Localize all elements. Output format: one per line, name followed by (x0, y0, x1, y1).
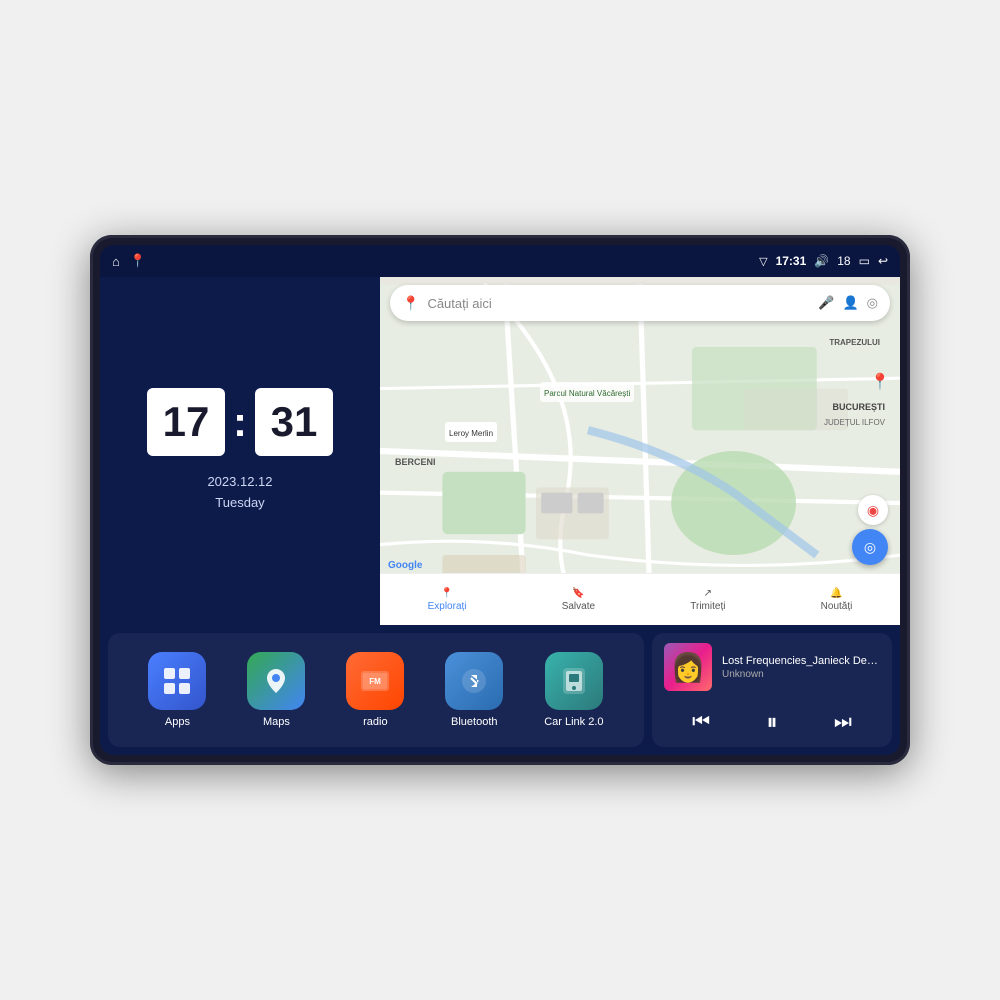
maps-label: Maps (263, 716, 290, 728)
map-nav-news[interactable]: 🔔 Noutăți (821, 588, 853, 612)
clock-widget: 17 : 31 2023.12.12 Tuesday (100, 277, 380, 625)
my-location-button[interactable]: ◎ (852, 529, 888, 565)
account-icon[interactable]: 👤 (842, 295, 858, 311)
berceni-label: BERCENI (395, 452, 436, 470)
maps-icon (247, 652, 305, 710)
map-nav-saved[interactable]: 🔖 Salvate (562, 588, 595, 612)
clock-display: 17 : 31 (147, 388, 333, 456)
map-icon[interactable]: 📍 (130, 253, 146, 269)
compass-button[interactable]: ◉ (858, 495, 888, 525)
prev-button[interactable]: ⏮ (692, 711, 710, 734)
map-logo-icon: 📍 (402, 295, 419, 312)
music-controls: ⏮ ⏸ ⏭ (652, 701, 892, 747)
battery-icon: ▭ (859, 254, 870, 268)
svg-text:FM: FM (370, 677, 382, 686)
date-display: 2023.12.12 Tuesday (207, 472, 272, 514)
map-nav-explore[interactable]: 📍 Explorați (428, 588, 467, 612)
layers-icon[interactable]: ◎ (867, 295, 878, 311)
radio-label: radio (363, 716, 387, 728)
main-content: 17 : 31 2023.12.12 Tuesday (100, 277, 900, 755)
app-item-radio[interactable]: FM radio (346, 652, 404, 728)
ilfov-label: JUDEȚUL ILFOV (824, 412, 885, 430)
day-value: Tuesday (207, 493, 272, 514)
app-item-apps[interactable]: Apps (148, 652, 206, 728)
carlink-icon (545, 652, 603, 710)
music-artist: Unknown (722, 669, 880, 680)
status-bar: ⌂ 📍 ▽ 17:31 🔊 18 ▭ ↩ (100, 245, 900, 277)
device: ⌂ 📍 ▽ 17:31 🔊 18 ▭ ↩ 17 : (90, 235, 910, 765)
apps-label: Apps (165, 716, 190, 728)
clock-hours: 17 (147, 388, 225, 456)
play-pause-button[interactable]: ⏸ (766, 709, 777, 735)
bluetooth-icon (445, 652, 503, 710)
bottom-section: Apps Maps (100, 625, 900, 755)
time-display: 17:31 (776, 254, 807, 268)
share-icon: ↗ (704, 588, 712, 599)
map-nav-share[interactable]: ↗ Trimiteți (690, 588, 725, 612)
map-search-bar[interactable]: 📍 Căutați aici 🎤 👤 ◎ (390, 285, 890, 321)
map-nav-bar: 📍 Explorați 🔖 Salvate ↗ Trimiteți 🔔 (380, 573, 900, 625)
signal-icon: ▽ (759, 255, 767, 268)
mic-icon[interactable]: 🎤 (818, 295, 834, 311)
music-title: Lost Frequencies_Janieck Devy-... (722, 655, 880, 667)
date-value: 2023.12.12 (207, 472, 272, 493)
home-icon[interactable]: ⌂ (112, 254, 120, 269)
music-thumbnail-image: 👩 (671, 651, 706, 684)
battery-level: 18 (837, 254, 850, 268)
clock-colon: : (233, 401, 247, 443)
apps-icon (148, 652, 206, 710)
screen: ⌂ 📍 ▽ 17:31 🔊 18 ▭ ↩ 17 : (100, 245, 900, 755)
music-details: Lost Frequencies_Janieck Devy-... Unknow… (722, 655, 880, 680)
leroy-label: Leroy Merlin (445, 422, 497, 442)
app-item-maps[interactable]: Maps (247, 652, 305, 728)
next-button[interactable]: ⏭ (834, 711, 852, 734)
app-grid: Apps Maps (108, 633, 644, 747)
back-button[interactable]: ↩ (878, 254, 888, 268)
clock-minutes: 31 (255, 388, 333, 456)
saved-icon: 🔖 (572, 588, 584, 599)
news-icon: 🔔 (830, 588, 842, 599)
google-logo: Google (388, 560, 422, 571)
music-info: 👩 Lost Frequencies_Janieck Devy-... Unkn… (652, 633, 892, 701)
carlink-label: Car Link 2.0 (544, 716, 603, 728)
map-search-actions: 🎤 👤 ◎ (818, 295, 878, 311)
app-item-bluetooth[interactable]: Bluetooth (445, 652, 503, 728)
status-left: ⌂ 📍 (112, 253, 146, 269)
volume-icon: 🔊 (814, 254, 829, 268)
trapezului-label: TRAPEZULUI (829, 332, 880, 350)
app-item-carlink[interactable]: Car Link 2.0 (544, 652, 603, 728)
map-location-pin: 📍 (870, 372, 890, 392)
music-player: 👩 Lost Frequencies_Janieck Devy-... Unkn… (652, 633, 892, 747)
radio-icon: FM (346, 652, 404, 710)
top-section: 17 : 31 2023.12.12 Tuesday (100, 277, 900, 625)
status-right: ▽ 17:31 🔊 18 ▭ ↩ (759, 254, 888, 268)
map-section[interactable]: 📍 Căutați aici 🎤 👤 ◎ TRAPEZULUI BUCUR (380, 277, 900, 625)
parc-label: Parcul Natural Văcărești (540, 382, 634, 402)
map-search-placeholder[interactable]: Căutați aici (427, 296, 810, 311)
explore-icon: 📍 (441, 588, 453, 599)
music-thumbnail: 👩 (664, 643, 712, 691)
bluetooth-label: Bluetooth (451, 716, 497, 728)
